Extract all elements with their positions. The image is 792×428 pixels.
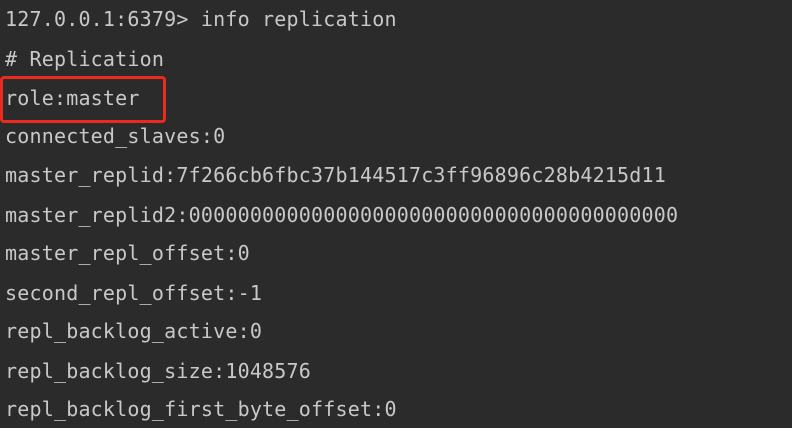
master-repl-offset-line: master_repl_offset:0: [5, 241, 250, 265]
master-replid-line: master_replid:7f266cb6fbc37b144517c3ff96…: [5, 163, 667, 187]
repl-backlog-first-byte-offset-line: repl_backlog_first_byte_offset:0: [5, 397, 397, 421]
connected-slaves-line: connected_slaves:0: [5, 124, 226, 148]
repl-backlog-active-line: repl_backlog_active:0: [5, 319, 263, 343]
role-line: role:master: [5, 86, 140, 110]
terminal-window[interactable]: 127.0.0.1:6379> info replication # Repli…: [0, 0, 792, 428]
section-header: # Replication: [5, 47, 165, 71]
command-prompt-line: 127.0.0.1:6379> info replication: [5, 7, 397, 31]
second-repl-offset-line: second_repl_offset:-1: [5, 281, 263, 305]
repl-backlog-size-line: repl_backlog_size:1048576: [5, 359, 312, 383]
master-replid2-line: master_replid2:0000000000000000000000000…: [5, 203, 679, 227]
